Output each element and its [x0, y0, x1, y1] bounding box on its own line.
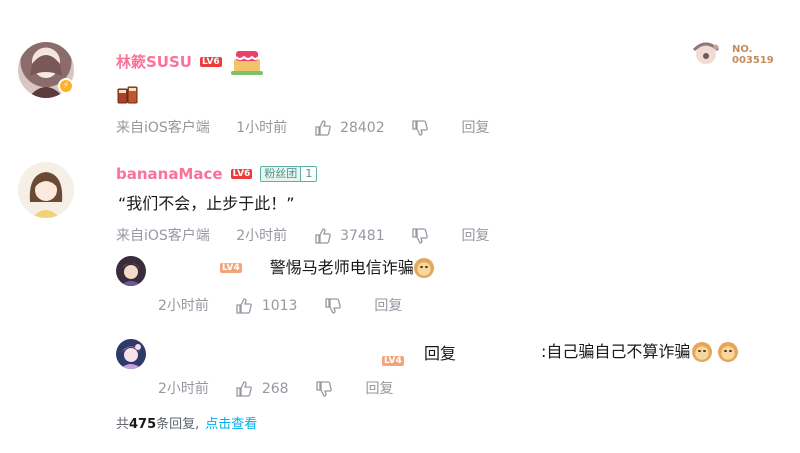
- fan-badge-name: 粉丝团: [261, 167, 301, 181]
- reply-meta: 2小时前 1013 回复: [158, 297, 402, 315]
- level-badge: LV6: [230, 169, 253, 179]
- fan-badge[interactable]: 粉丝团 1: [260, 166, 318, 182]
- decor-card[interactable]: NO. 003519: [690, 40, 774, 70]
- reply-content: :自己骗自己不算诈骗: [541, 342, 691, 361]
- level-badge: LV6: [199, 57, 222, 67]
- reply-button[interactable]: 回复: [462, 119, 490, 137]
- dislike-icon[interactable]: [315, 380, 333, 398]
- reply-line: LV4 警惕马老师电信诈骗: [220, 258, 434, 278]
- reply-meta: 2小时前 268 回复: [158, 380, 393, 398]
- comment-meta: 来自iOS客户端 1小时前 28402 回复: [116, 119, 490, 137]
- view-all-replies-link[interactable]: 点击查看: [205, 417, 257, 432]
- cake-icon: [230, 47, 264, 77]
- like-count: 37481: [340, 228, 385, 244]
- decor-card-label: NO.: [732, 44, 753, 55]
- source-label: 来自iOS客户端: [116, 228, 210, 244]
- reply-line: :自己骗自己不算诈骗: [541, 342, 739, 362]
- time-label: 1小时前: [236, 120, 288, 136]
- avatar-image: [120, 263, 142, 286]
- time-label: 2小时前: [158, 298, 209, 314]
- reply-count: 475: [129, 417, 157, 432]
- reply-button[interactable]: 回复: [462, 227, 490, 245]
- level-badge: LV4: [220, 263, 242, 273]
- time-label: 2小时前: [158, 381, 209, 397]
- avatar-image: [120, 344, 142, 369]
- username[interactable]: bananaMace: [116, 165, 223, 183]
- dislike-icon[interactable]: [411, 119, 429, 137]
- dislike-icon[interactable]: [324, 297, 342, 315]
- doge-emoji-icon: [692, 342, 713, 362]
- comment-header: 林簌SUSU LV6: [116, 47, 264, 77]
- level-badge: LV4: [382, 356, 404, 366]
- verified-badge-icon: ⚡: [58, 78, 74, 94]
- reply-button[interactable]: 回复: [365, 380, 393, 398]
- username[interactable]: 林簌SUSU: [116, 53, 192, 71]
- avatar[interactable]: [116, 256, 146, 286]
- doge-emoji-icon: [718, 342, 739, 362]
- source-label: 来自iOS客户端: [116, 120, 210, 136]
- comment-meta: 来自iOS客户端 2小时前 37481 回复: [116, 227, 490, 245]
- like-icon[interactable]: [235, 297, 253, 315]
- like-count: 28402: [340, 120, 385, 136]
- like-icon[interactable]: [235, 380, 253, 398]
- fan-badge-level: 1: [300, 167, 316, 181]
- reply-content: 警惕马老师电信诈骗: [269, 258, 414, 277]
- time-label: 2小时前: [236, 228, 288, 244]
- like-icon[interactable]: [314, 119, 332, 137]
- avatar[interactable]: [18, 162, 74, 218]
- doge-emoji-icon: [413, 258, 434, 278]
- like-icon[interactable]: [314, 227, 332, 245]
- reply-button[interactable]: 回复: [374, 297, 402, 315]
- like-count: 1013: [261, 298, 298, 314]
- comment-content: “我们不会，止步于此！”: [118, 194, 295, 213]
- decor-card-icon: [692, 42, 720, 64]
- avatar-image: [29, 172, 63, 218]
- decor-card-number: 003519: [732, 55, 774, 66]
- beverage-emoji-icon: [116, 84, 140, 106]
- reply-summary-suffix: 条回复,: [156, 417, 200, 432]
- dislike-icon[interactable]: [411, 227, 429, 245]
- level-badge-wrap: LV4: [382, 348, 404, 367]
- like-count: 268: [261, 381, 289, 397]
- avatar[interactable]: [116, 339, 146, 369]
- comment-header: bananaMace LV6 粉丝团 1: [116, 165, 318, 183]
- reply-prefix: 回复: [424, 344, 457, 363]
- reply-summary-prefix: 共: [116, 417, 130, 432]
- reply-summary: 共475条回复, 点击查看: [116, 413, 257, 432]
